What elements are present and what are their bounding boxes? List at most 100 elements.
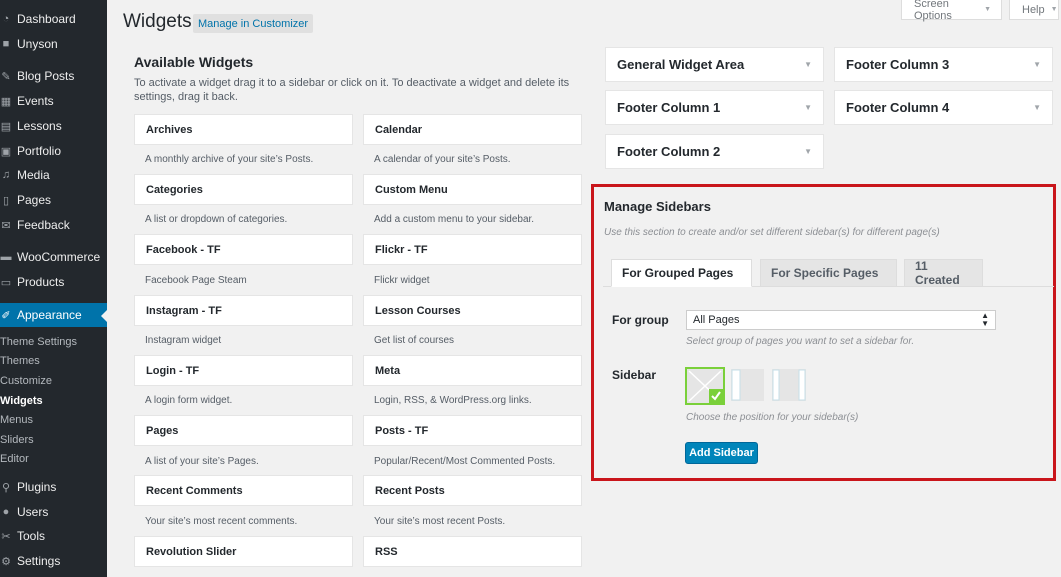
widget-lesson-courses[interactable]: Lesson Courses [363,295,582,326]
sidebar-item-label: Products [17,275,65,289]
sidebar-item-feedback[interactable]: ✉ Feedback [0,213,107,237]
widget-description: Login, RSS, & WordPress.org links. [374,395,532,406]
widget-custom-menu[interactable]: Custom Menu [363,174,582,205]
widget-description: Your site’s most recent comments. [145,516,298,527]
sidebar-label: Sidebar [612,368,657,382]
sidebar-position-both[interactable] [772,367,806,405]
sidebar-item-tools[interactable]: ✂ Tools [0,524,107,548]
screen-options-button[interactable]: Screen Options ▼ [901,0,1002,22]
widget-description: Get list of courses [374,335,455,346]
widget-revolution-slider[interactable]: Revolution Slider [134,536,353,567]
sidebar-item-unyson[interactable]: ■ Unyson [0,32,107,56]
area-footer-column-2[interactable]: Footer Column 2 ▼ [605,134,824,169]
widget-recent-posts[interactable]: Recent Posts [363,475,582,506]
caret-down-icon: ▼ [1033,60,1041,69]
sidebar-position-none[interactable] [685,367,725,405]
tools-icon: ✂ [1,530,11,543]
sidebar-item-label: Events [17,94,54,108]
widget-description: Your site’s most recent Posts. [374,516,506,527]
widget-categories[interactable]: Categories [134,174,353,205]
sidebar-item-label: Dashboard [17,12,76,26]
pin-icon: ✎ [1,70,11,83]
admin-sidebar: ◔ Dashboard ■ Unyson ✎ Blog Posts ▦ Events ▤… [0,0,107,577]
widget-recent-comments[interactable]: Recent Comments [134,475,353,506]
help-button[interactable]: Help ▼ [1009,0,1059,20]
sidebar-item-lessons[interactable]: ▤ Lessons [0,114,107,138]
widget-posts-tf[interactable]: Posts - TF [363,415,582,446]
widget-flickr-tf[interactable]: Flickr - TF [363,234,582,265]
sidebar-item-appearance[interactable]: ✐ Appearance [0,303,107,327]
sidebar-item-dashboard[interactable]: ◔ Dashboard [0,7,107,31]
woocommerce-icon: ▬ [0,251,12,263]
sidebar-item-label: WooCommerce [17,250,101,264]
sidebar-item-users[interactable]: ● Users [0,500,107,524]
sidebar-item-settings[interactable]: ⚙ Settings [0,549,107,573]
tab-grouped-pages[interactable]: For Grouped Pages [611,259,752,287]
widget-facebook-tf[interactable]: Facebook - TF [134,234,353,265]
area-general-widget-area[interactable]: General Widget Area ▼ [605,47,824,82]
appearance-icon: ✐ [1,309,11,322]
widget-description: A calendar of your site’s Posts. [374,154,511,165]
sidebar-item-label: Tools [17,529,46,543]
help-label: Help [1022,3,1045,16]
sidebar-item-label: Users [17,505,49,519]
sidebar-item-events[interactable]: ▦ Events [0,89,107,113]
sidebar-item-label: Pages [17,193,52,207]
widget-meta[interactable]: Meta [363,355,582,386]
area-footer-column-1[interactable]: Footer Column 1 ▼ [605,90,824,125]
available-widgets-description: To activate a widget drag it to a sideba… [134,77,570,103]
products-icon: ▭ [0,276,12,289]
widget-calendar[interactable]: Calendar [363,114,582,145]
widget-pages[interactable]: Pages [134,415,353,446]
manage-sidebars-title: Manage Sidebars [604,199,711,214]
group-select[interactable]: All Pages ▲ ▼ [686,310,996,330]
submenu-sliders[interactable]: Sliders [0,434,34,446]
submenu-widgets[interactable]: Widgets [0,395,43,407]
widget-description: A monthly archive of your site’s Posts. [145,154,314,165]
sidebar-item-label: Feedback [17,218,70,232]
no-sidebar-icon [685,367,725,405]
widget-description: A list or dropdown of categories. [145,214,288,225]
submenu-theme-settings[interactable]: Theme Settings [0,336,77,348]
sidebar-item-woocommerce[interactable]: ▬ WooCommerce [0,245,107,269]
sidebar-item-label: Blog Posts [17,69,75,83]
widget-description: Popular/Recent/Most Commented Posts. [374,456,556,467]
dashboard-icon: ◔ [2,13,10,25]
sidebar-position-left[interactable] [731,367,764,405]
widget-instagram-tf[interactable]: Instagram - TF [134,295,353,326]
submenu-menus[interactable]: Menus [0,414,33,426]
widget-archives[interactable]: Archives [134,114,353,145]
sidebar-item-label: Plugins [17,480,57,494]
submenu-editor[interactable]: Editor [0,453,29,465]
caret-down-icon: ▼ [984,6,991,13]
portfolio-icon: ▣ [0,145,12,158]
unyson-icon: ■ [2,38,10,50]
sidebar-item-portfolio[interactable]: ▣ Portfolio [0,139,107,163]
sidebar-item-label: Media [17,168,50,182]
pages-icon: ▯ [2,194,10,207]
area-footer-column-3[interactable]: Footer Column 3 ▼ [834,47,1053,82]
caret-down-icon: ▼ [804,103,812,112]
sidebar-item-media[interactable]: ♫ Media [0,163,107,187]
tab-specific-pages[interactable]: For Specific Pages [760,259,897,287]
manage-in-customizer-button[interactable]: Manage in Customizer [193,14,314,33]
group-select-value: All Pages [693,314,740,326]
widget-rss[interactable]: RSS [363,536,582,567]
sidebar-item-pages[interactable]: ▯ Pages [0,188,107,212]
area-title: General Widget Area [617,57,745,72]
area-footer-column-4[interactable]: Footer Column 4 ▼ [834,90,1053,125]
sidebar-item-blog-posts[interactable]: ✎ Blog Posts [0,64,107,88]
sidebar-item-label: Portfolio [17,144,62,158]
feedback-icon: ✉ [1,219,11,232]
sidebar-hint: Choose the position for your sidebar(s) [686,412,859,423]
submenu-customize[interactable]: Customize [0,375,52,387]
widget-login-tf[interactable]: Login - TF [134,355,353,386]
tab-created[interactable]: 11 Created [904,259,983,287]
submenu-themes[interactable]: Themes [0,355,40,367]
add-sidebar-button[interactable]: Add Sidebar [685,442,758,464]
sidebar-item-products[interactable]: ▭ Products [0,270,107,294]
left-sidebar-icon [731,369,764,401]
sidebar-item-plugins[interactable]: ⚲ Plugins [0,475,107,499]
settings-icon: ⚙ [1,555,11,568]
widget-description: A list of your site’s Pages. [145,456,259,467]
